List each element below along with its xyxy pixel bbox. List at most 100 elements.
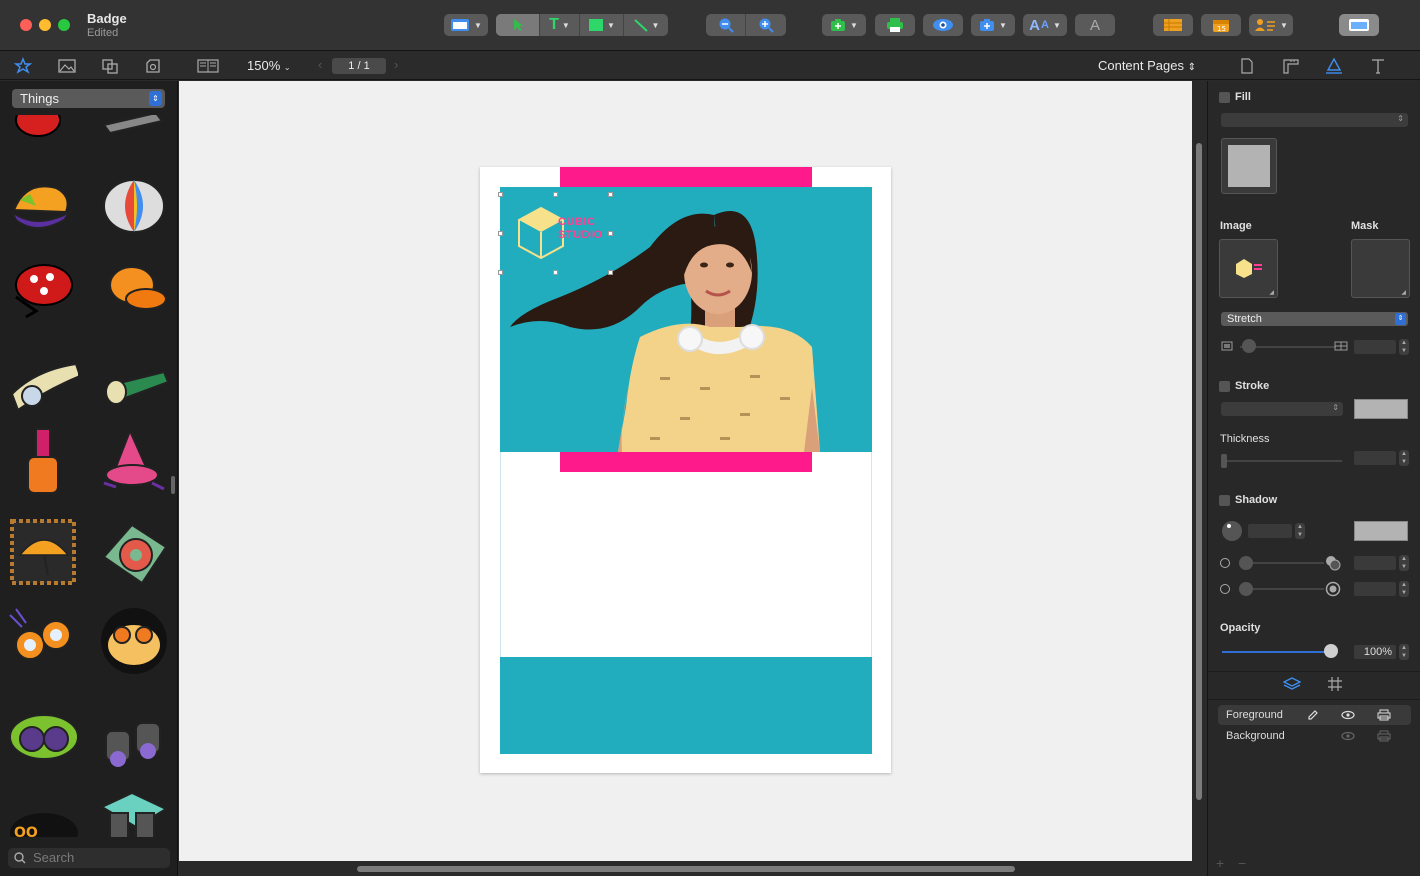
zoom-in-button[interactable]	[746, 14, 786, 36]
clipart-tab[interactable]	[13, 56, 33, 76]
preview-button[interactable]	[923, 14, 963, 36]
library-scrollbar[interactable]	[171, 476, 175, 494]
page[interactable]: CUBIC STUDIO	[480, 167, 891, 773]
grid-tab[interactable]	[1324, 674, 1346, 694]
list-button[interactable]	[1153, 14, 1193, 36]
image-well[interactable]: ◢	[1219, 239, 1278, 298]
opacity-field[interactable]: 100%	[1354, 645, 1396, 659]
shadow-blur-stepper[interactable]: ▲ ▼	[1399, 581, 1409, 597]
print-button[interactable]	[875, 14, 915, 36]
selection-handle[interactable]	[498, 270, 503, 275]
insert-button[interactable]: ▼	[822, 14, 866, 36]
fill-checkbox[interactable]	[1219, 92, 1230, 103]
shadow-blur-knob[interactable]	[1239, 582, 1253, 596]
layer-row-background[interactable]: Background	[1218, 726, 1411, 746]
next-page-button[interactable]: ›	[394, 57, 398, 72]
images-tab[interactable]	[57, 56, 77, 76]
layout-button[interactable]: ▼	[444, 14, 488, 36]
clipart-cap[interactable]	[6, 170, 78, 240]
layout-inspector-tab[interactable]	[1280, 56, 1302, 76]
clipart-party-hat[interactable]	[96, 427, 168, 497]
calendar-button[interactable]: 15	[1201, 14, 1241, 36]
layer-row-foreground[interactable]: Foreground	[1218, 705, 1411, 725]
shadow-angle-field[interactable]	[1248, 524, 1292, 538]
opacity-track[interactable]	[1222, 651, 1332, 653]
shadow-offset-knob[interactable]	[1239, 556, 1253, 570]
line-tool-button[interactable]: ▼	[624, 14, 668, 36]
clipart-flashlight-green[interactable]	[96, 350, 168, 420]
library-category-popup[interactable]: Things ⇕	[12, 89, 165, 108]
text-tool-button[interactable]: T ▼	[540, 14, 580, 36]
shadow-offset-field[interactable]	[1354, 556, 1396, 570]
zoom-out-button[interactable]	[706, 14, 746, 36]
clipart-nail-polish[interactable]	[6, 427, 78, 497]
eye-icon[interactable]	[1341, 710, 1355, 720]
selection-handle[interactable]	[608, 270, 613, 275]
clipart-text-badge[interactable]: OO	[6, 787, 78, 837]
add-layer-button[interactable]: +	[1216, 855, 1224, 871]
pencil-icon[interactable]	[1307, 709, 1319, 721]
previous-page-button[interactable]: ‹	[318, 57, 322, 72]
vertical-scrollbar[interactable]	[1196, 143, 1202, 800]
mask-well[interactable]: ◢	[1351, 239, 1410, 298]
page-view-button[interactable]	[196, 56, 220, 76]
shadow-checkbox[interactable]	[1219, 495, 1230, 506]
shadow-offset-stepper[interactable]: ▲ ▼	[1399, 555, 1409, 571]
printer-icon[interactable]	[1377, 709, 1391, 721]
text-inspector-tab[interactable]	[1367, 56, 1389, 76]
zoom-window-button[interactable]	[58, 19, 70, 31]
clipart-binoculars-purple[interactable]	[6, 701, 78, 771]
text-area-frame[interactable]	[500, 452, 872, 657]
selection-handle[interactable]	[553, 192, 558, 197]
clipart-goggles[interactable]	[98, 605, 170, 675]
clipart-binoculars-teal[interactable]	[96, 787, 168, 837]
selection-handle[interactable]	[498, 231, 503, 236]
thickness-field[interactable]	[1354, 451, 1396, 465]
image-scale-field[interactable]	[1354, 340, 1396, 354]
photos-tab[interactable]	[143, 56, 163, 76]
shadow-color-well[interactable]	[1354, 521, 1408, 541]
shape-tool-button[interactable]: ▼	[580, 14, 624, 36]
sidebar-toggle-button[interactable]	[1339, 14, 1379, 36]
thickness-stepper[interactable]: ▲ ▼	[1399, 450, 1409, 466]
shadow-offset-track[interactable]	[1242, 562, 1324, 564]
fill-type-popup[interactable]: ⇕	[1221, 113, 1408, 127]
remove-layer-button[interactable]: −	[1238, 855, 1246, 871]
document-canvas[interactable]: CUBIC STUDIO	[179, 81, 1192, 861]
stroke-color-well[interactable]	[1354, 399, 1408, 419]
stroke-checkbox[interactable]	[1219, 381, 1230, 392]
selection-handle[interactable]	[553, 270, 558, 275]
contact-button[interactable]: ▼	[1249, 14, 1293, 36]
opacity-stepper[interactable]: ▲ ▼	[1399, 644, 1409, 660]
stroke-style-popup[interactable]: ⇕	[1221, 402, 1343, 416]
shadow-angle-stepper[interactable]: ▲ ▼	[1295, 523, 1305, 539]
clipart-binoculars-orange[interactable]	[6, 605, 78, 675]
font-button[interactable]: AA ▼	[1023, 14, 1067, 36]
thickness-knob[interactable]	[1221, 454, 1227, 468]
clipart-red-bag[interactable]	[4, 115, 76, 145]
opacity-knob[interactable]	[1324, 644, 1338, 658]
page-number-field[interactable]: 1 / 1	[332, 58, 386, 74]
clipart-tape[interactable]	[98, 517, 170, 587]
shadow-blur-track[interactable]	[1242, 588, 1324, 590]
graphics-inspector-tab[interactable]	[1323, 56, 1345, 76]
shadow-blur-field[interactable]	[1354, 582, 1396, 596]
library-search-field[interactable]: Search	[8, 848, 170, 868]
printer-icon[interactable]	[1377, 730, 1391, 742]
selection-handle[interactable]	[608, 231, 613, 236]
select-tool-button[interactable]	[496, 14, 540, 36]
text-style-button[interactable]: A	[1075, 14, 1115, 36]
selection-handle[interactable]	[608, 192, 613, 197]
image-scaling-popup[interactable]: Stretch ⇕	[1221, 312, 1408, 326]
close-window-button[interactable]	[20, 19, 32, 31]
placeholder-button[interactable]: ▼	[971, 14, 1015, 36]
teal-footer-block[interactable]	[500, 657, 872, 754]
clipart-tool[interactable]	[96, 115, 168, 145]
layers-tab[interactable]	[1281, 674, 1303, 694]
zoom-popup[interactable]: 150% ⌄	[247, 58, 291, 73]
image-scale-stepper[interactable]: ▲ ▼	[1399, 339, 1409, 355]
shadow-angle-dial[interactable]	[1222, 521, 1242, 541]
selection-handle[interactable]	[498, 192, 503, 197]
page-mode-popup[interactable]: Content Pages ⇕	[1098, 58, 1196, 73]
eye-icon[interactable]	[1341, 731, 1355, 741]
